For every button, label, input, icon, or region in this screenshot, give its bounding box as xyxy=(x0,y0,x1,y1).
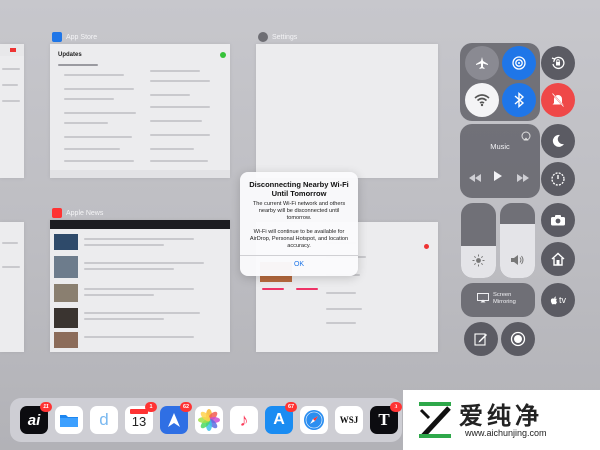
camera-button[interactable] xyxy=(541,203,575,237)
airplane-icon xyxy=(476,57,488,69)
app-store-label: App Store xyxy=(66,33,98,41)
notes-edit-icon xyxy=(474,333,487,346)
camera-icon xyxy=(551,215,565,226)
timer-button[interactable] xyxy=(541,162,575,196)
speaker-icon xyxy=(511,255,524,265)
folder-icon xyxy=(60,415,78,427)
settings-label: Settings xyxy=(272,33,298,41)
bell-muted-icon xyxy=(551,92,565,108)
next-track-button[interactable] xyxy=(516,170,530,182)
dock-app-calendar[interactable]: 13 1 xyxy=(125,402,157,434)
appstore-badge: 67 xyxy=(285,402,297,412)
apple-tv-label: tv xyxy=(558,295,566,305)
apple-logo-icon xyxy=(550,296,557,304)
orientation-lock-toggle[interactable] xyxy=(541,46,575,80)
fast-forward-icon xyxy=(517,174,529,182)
dock-app-nyt[interactable]: T 3 xyxy=(370,402,402,434)
appstore-a-icon: A xyxy=(273,411,285,428)
sun-icon xyxy=(472,254,485,267)
airdrop-toggle[interactable] xyxy=(502,46,536,80)
dock-app-wsj[interactable]: WSJ xyxy=(335,406,363,434)
airdrop-icon xyxy=(512,56,526,70)
watermark-url: www.aichunjing.com xyxy=(465,428,547,438)
home-icon xyxy=(551,252,565,266)
dock-app-safari[interactable] xyxy=(300,406,328,434)
screen-recording-button[interactable] xyxy=(501,322,535,356)
notes-button[interactable] xyxy=(464,322,498,356)
play-button[interactable] xyxy=(493,169,505,181)
paper-plane-icon xyxy=(168,413,180,427)
d-app-label: d xyxy=(99,410,109,429)
brightness-slider[interactable] xyxy=(461,203,496,278)
bluetooth-icon xyxy=(514,92,525,108)
news-label: Apple News xyxy=(66,209,104,217)
nyt-logo-text: T xyxy=(378,410,390,429)
alert-title: Disconnecting Nearby Wi-Fi Until Tomorro… xyxy=(249,180,349,198)
compass-icon xyxy=(304,410,324,430)
watermark-logo-icon xyxy=(419,402,451,438)
home-button[interactable] xyxy=(541,242,575,276)
dock-app-appstore[interactable]: A 67 xyxy=(265,402,297,434)
alert-divider xyxy=(240,255,358,256)
watermark: 爱纯净 www.aichunjing.com xyxy=(403,390,600,450)
orientation-lock-icon xyxy=(551,56,565,70)
news-icon xyxy=(52,208,62,218)
record-icon xyxy=(510,331,526,347)
volume-slider[interactable] xyxy=(500,203,535,278)
ai-app-badge: 11 xyxy=(40,402,52,412)
partial-app-card-top-left[interactable] xyxy=(0,44,24,178)
photos-flower-icon xyxy=(198,409,220,431)
screen-mirroring-button[interactable]: Screen Mirroring xyxy=(461,283,535,317)
wifi-icon xyxy=(474,94,490,107)
volume-fill xyxy=(500,224,535,278)
dock-app-files[interactable] xyxy=(55,406,83,434)
wifi-disconnect-alert: Disconnecting Nearby Wi-Fi Until Tomorro… xyxy=(240,172,358,276)
music-note-icon: ♪ xyxy=(239,409,249,430)
news-card[interactable] xyxy=(50,220,230,352)
play-icon xyxy=(494,171,502,181)
alert-message-2: Wi-Fi will continue to be available for … xyxy=(249,229,349,249)
dock-app-photos[interactable] xyxy=(195,406,223,434)
dock-app-music[interactable]: ♪ xyxy=(230,406,258,434)
settings-card[interactable] xyxy=(256,44,438,178)
nyt-badge: 3 xyxy=(390,402,402,412)
previous-track-button[interactable] xyxy=(468,170,482,182)
airplane-mode-toggle[interactable] xyxy=(465,46,499,80)
alert-message-1: The current Wi-Fi network and others nea… xyxy=(252,201,346,221)
ai-app-label: ai xyxy=(27,411,41,429)
watermark-text: 爱纯净 xyxy=(459,403,543,430)
calendar-badge: 1 xyxy=(145,402,157,412)
app-store-card-label: App Store xyxy=(52,32,97,42)
app-store-card[interactable]: Updates xyxy=(50,44,230,178)
dock-app-ai[interactable]: ai 11 xyxy=(20,402,52,434)
timer-icon xyxy=(551,172,565,186)
airplay-audio-icon xyxy=(521,131,531,141)
do-not-disturb-toggle[interactable] xyxy=(541,124,575,158)
news-card-label: Apple News xyxy=(52,208,103,218)
screen-mirroring-label: Screen Mirroring xyxy=(493,292,516,305)
wifi-toggle[interactable] xyxy=(465,83,499,117)
calendar-date: 13 xyxy=(131,413,147,429)
rewind-icon xyxy=(469,174,481,182)
apple-tv-remote-button[interactable]: tv xyxy=(541,283,575,317)
app-store-icon xyxy=(52,32,62,42)
dock-app-d[interactable]: d xyxy=(90,406,118,434)
updates-title: Updates xyxy=(58,52,82,58)
alert-ok-button[interactable]: OK xyxy=(240,258,358,272)
settings-card-label: Settings xyxy=(258,32,297,42)
partial-app-card-bottom-left[interactable] xyxy=(0,222,24,352)
dock-app-spark[interactable]: 62 xyxy=(160,402,192,434)
spark-badge: 62 xyxy=(180,402,192,412)
settings-icon xyxy=(258,32,268,42)
music-label: Music xyxy=(490,142,510,151)
airplay-audio-button[interactable] xyxy=(520,128,534,141)
wsj-logo-text: WSJ xyxy=(339,415,359,425)
status-dot xyxy=(220,52,226,58)
bluetooth-toggle[interactable] xyxy=(502,83,536,117)
silent-mode-toggle[interactable] xyxy=(541,83,575,117)
screen-mirroring-icon xyxy=(477,293,489,303)
moon-icon xyxy=(552,134,564,147)
